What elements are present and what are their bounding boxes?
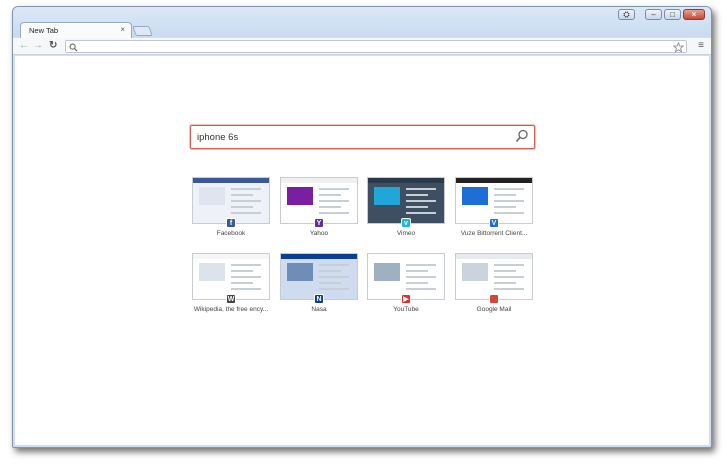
forward-button[interactable]: →: [33, 40, 43, 52]
tile-label: Google Mail: [476, 306, 512, 313]
back-button[interactable]: ←: [19, 40, 29, 52]
most-visited-tile[interactable]: V Vuze Bittorrent Client...: [455, 177, 533, 239]
search-icon: [69, 43, 78, 52]
window-controls: ⛭ – □ ×: [618, 9, 705, 20]
close-icon: ×: [691, 10, 697, 19]
tile-favicon-icon: V: [489, 218, 499, 228]
search-input[interactable]: [197, 130, 497, 145]
new-tab-button[interactable]: [132, 26, 153, 36]
minimize-button[interactable]: –: [645, 9, 662, 20]
tile-thumbnail: [455, 177, 533, 224]
tile-label: Yahoo: [309, 230, 329, 237]
most-visited-tile[interactable]: N Nasa: [280, 253, 358, 315]
tile-thumbnail: [280, 177, 358, 224]
maximize-button[interactable]: □: [664, 9, 681, 20]
tile-label: YouTube: [393, 306, 419, 313]
tile-favicon-icon: f: [226, 218, 236, 228]
minimize-icon: –: [651, 10, 656, 19]
tile-thumbnail: [192, 253, 270, 300]
most-visited-tile[interactable]: Y Yahoo: [280, 177, 358, 239]
screen: New Tab × ⛭ – □ × ← → ↻ ≡ iphone 6s f Fa…: [0, 0, 727, 465]
tile-favicon-icon: [489, 294, 499, 304]
tile-thumbnail: [280, 253, 358, 300]
tile-thumbnail: [192, 177, 270, 224]
omnibox[interactable]: [65, 40, 687, 53]
tile-favicon-icon: Y: [314, 218, 324, 228]
tile-favicon-icon: ▶: [401, 294, 411, 304]
menu-icon[interactable]: ≡: [698, 40, 704, 51]
close-button[interactable]: ×: [683, 9, 705, 20]
toolbar: ← → ↻ ≡: [13, 38, 711, 55]
most-visited-tile[interactable]: Google Mail: [455, 253, 533, 315]
browser-window: New Tab × ⛭ – □ × ← → ↻ ≡ iphone 6s f Fa…: [12, 6, 712, 448]
tile-label: Vimeo: [396, 230, 416, 237]
profile-button[interactable]: ⛭: [618, 9, 635, 20]
most-visited-tile[interactable]: v Vimeo: [367, 177, 445, 239]
tile-thumbnail: [367, 253, 445, 300]
tile-favicon-icon: N: [314, 294, 324, 304]
reload-button[interactable]: ↻: [49, 40, 57, 52]
tile-label: Nasa: [311, 306, 327, 313]
search-box[interactable]: [190, 125, 535, 149]
tile-thumbnail: [455, 253, 533, 300]
tile-label: Wikipedia, the free ency...: [193, 306, 269, 313]
search-icon[interactable]: [515, 129, 529, 143]
tile-label: Vuze Bittorrent Client...: [460, 230, 528, 237]
title-bar[interactable]: New Tab × ⛭ – □ ×: [13, 7, 711, 39]
bookmark-star-icon[interactable]: [673, 42, 684, 53]
person-icon: ⛭: [623, 10, 630, 19]
most-visited-tile[interactable]: W Wikipedia, the free ency...: [192, 253, 270, 315]
omnibox-input[interactable]: [80, 41, 670, 52]
tab-new-tab[interactable]: New Tab ×: [20, 22, 132, 39]
tile-label: Facebook: [216, 230, 246, 237]
maximize-icon: □: [670, 10, 675, 19]
tab-close-icon[interactable]: ×: [120, 25, 125, 34]
tile-favicon-icon: W: [226, 294, 236, 304]
tile-favicon-icon: v: [401, 218, 411, 228]
most-visited-tile[interactable]: ▶ YouTube: [367, 253, 445, 315]
most-visited-tile[interactable]: f Facebook: [192, 177, 270, 239]
new-tab-page: f Facebook Y Yahoo v Vimeo V Vuze Bittorrent Cl…: [15, 56, 709, 445]
tile-thumbnail: [367, 177, 445, 224]
tab-title: New Tab: [29, 26, 59, 35]
